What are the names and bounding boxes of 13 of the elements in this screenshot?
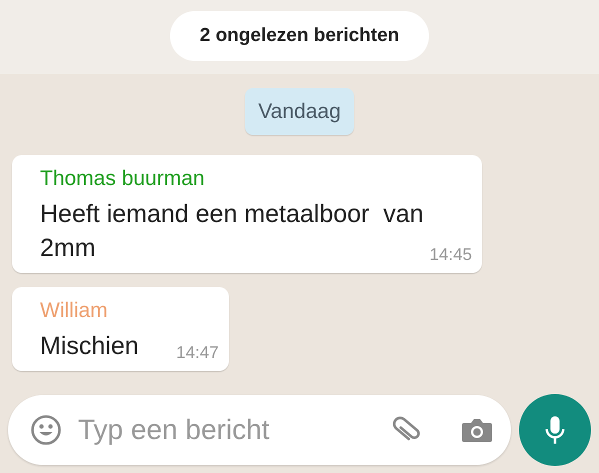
message-text: Mischien (40, 332, 139, 360)
microphone-icon (544, 414, 566, 446)
message-composer-field[interactable]: Typ een bericht (8, 395, 511, 465)
unread-messages-banner: 2 ongelezen berichten (170, 11, 430, 61)
message-time: 14:45 (429, 245, 472, 265)
message-input-field[interactable]: Typ een bericht (76, 413, 391, 447)
sender-name: William (40, 298, 109, 324)
date-chip: Vandaag (245, 88, 354, 135)
message-text: Heeft iemand een metaalboor van 2mm (40, 200, 425, 262)
sender-name: Thomas buurman (40, 166, 206, 192)
emoji-icon[interactable] (30, 414, 62, 446)
camera-icon[interactable] (461, 416, 493, 444)
message-time: 14:47 (176, 343, 219, 363)
